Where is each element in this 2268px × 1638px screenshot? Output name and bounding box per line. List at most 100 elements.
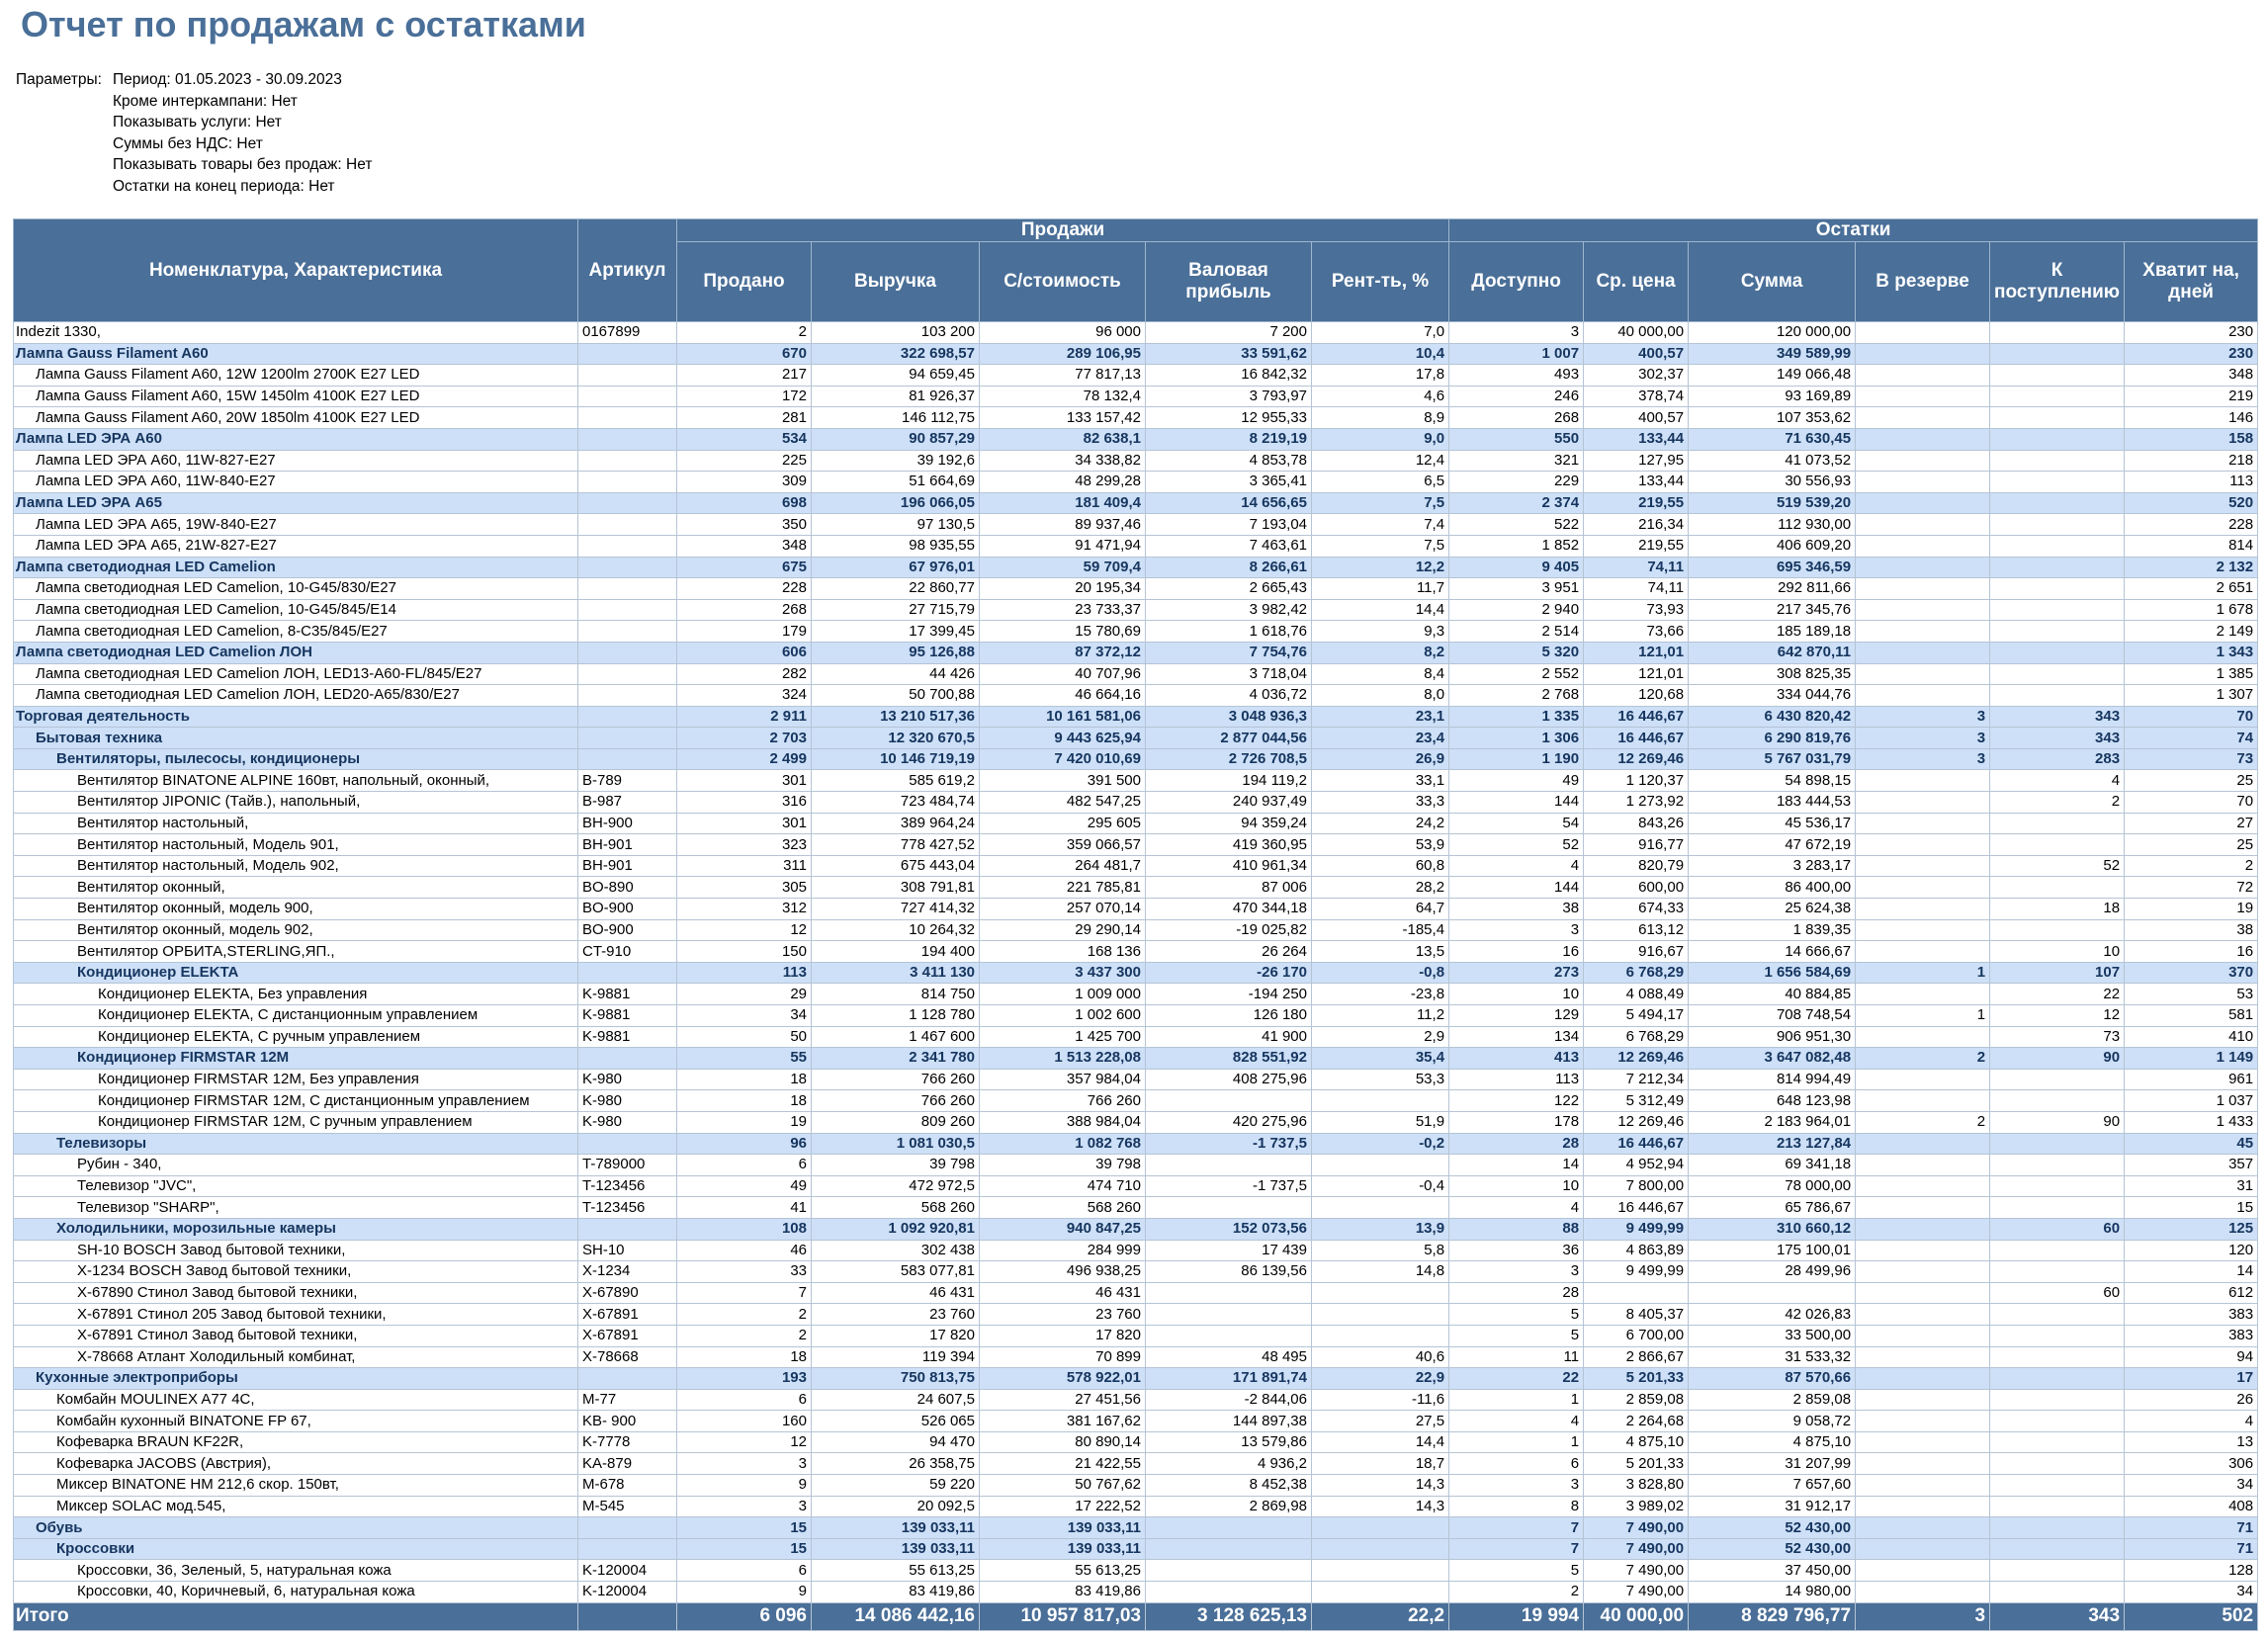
cell-value: -0,2 — [1310, 1132, 1450, 1156]
cell-value: 20 195,34 — [979, 577, 1146, 600]
cell-value: 8 452,38 — [1145, 1474, 1312, 1497]
cell-value: 52 430,00 — [1688, 1537, 1857, 1561]
cell-value: 2 — [676, 1303, 812, 1326]
item-row: SH-10 BOSCH Завод бытовой техники, SH-10 4… — [13, 1239, 2259, 1262]
group-name: Лампа светодиодная LED Camelion ЛОН — [13, 641, 578, 664]
cell-value: 73,93 — [1583, 598, 1690, 622]
group-row: Лампа Gauss Filament A60 670 322 698,57 289… — [13, 342, 2259, 366]
cell-value: 225 — [676, 449, 812, 473]
item-article: K-980 — [577, 1089, 677, 1112]
cell-value: 378,74 — [1583, 385, 1690, 408]
item-article — [577, 427, 677, 451]
cell-value — [1855, 1217, 1991, 1241]
cell-value: 7,4 — [1310, 513, 1450, 536]
cell-value: 1 385 — [2124, 662, 2259, 686]
cell-value: 10 — [1448, 983, 1585, 1005]
cell-value: 4 936,2 — [1145, 1452, 1312, 1476]
group-name: Кухонные электроприборы — [13, 1367, 578, 1390]
cell-value: 45 536,17 — [1688, 812, 1857, 835]
cell-value: 13,5 — [1310, 940, 1450, 963]
cell-value: 406 609,20 — [1688, 534, 1857, 558]
cell-value: 578 922,01 — [979, 1367, 1146, 1390]
cell-value: 322 698,57 — [811, 342, 980, 366]
cell-value — [1310, 1089, 1450, 1112]
item-row: Кофеварка BRAUN KF22R, K-7778 12 94 470 80 8… — [13, 1430, 2259, 1454]
cell-value — [1145, 1559, 1312, 1583]
cell-value: 146 112,75 — [811, 406, 980, 429]
cell-value: 2 940 — [1448, 598, 1585, 622]
header-incoming: К поступлению — [1989, 241, 2126, 322]
cell-value — [1145, 1537, 1312, 1561]
cell-value: 2 183 964,01 — [1688, 1110, 1857, 1134]
total-article — [577, 1601, 677, 1631]
item-row: Лампа Gauss Filament A60, 20W 1850lm 410… — [13, 406, 2259, 429]
cell-value — [1989, 577, 2126, 600]
cell-value: 273 — [1448, 961, 1585, 985]
cell-value: 1 128 780 — [811, 1004, 980, 1027]
cell-value: 228 — [676, 577, 812, 600]
cell-value: 2 149 — [2124, 620, 2259, 643]
cell-value: 39 798 — [811, 1154, 980, 1176]
item-row: X-67891 Стинол Завод бытовой техники, X-6… — [13, 1324, 2259, 1347]
cell-value: 41 073,52 — [1688, 449, 1857, 473]
cell-value — [1989, 449, 2126, 473]
cell-value: 28 499,96 — [1688, 1260, 1857, 1283]
cell-value: 18 — [1989, 898, 2126, 920]
cell-value — [1989, 1303, 2126, 1326]
cell-value: 7 490,00 — [1583, 1516, 1690, 1539]
item-name: Лампа LED ЭРА A65, 19W-840-E27 — [13, 513, 578, 536]
cell-value — [1310, 1516, 1450, 1539]
cell-value — [1855, 620, 1991, 643]
cell-value: 359 066,57 — [979, 833, 1146, 856]
cell-value: 15 — [2124, 1196, 2259, 1219]
cell-value: 6 290 819,76 — [1688, 727, 1857, 749]
cell-value: 1 618,76 — [1145, 620, 1312, 643]
group-row: Торговая деятельность 2 911 13 210 517,36 1… — [13, 705, 2259, 729]
cell-value: 7 657,60 — [1688, 1474, 1857, 1497]
cell-value: 71 — [2124, 1516, 2259, 1539]
cell-value: 67 976,01 — [811, 556, 980, 579]
cell-value: 34 — [676, 1004, 812, 1027]
item-row: Лампа светодиодная LED Camelion ЛОН, LED… — [13, 662, 2259, 686]
cell-value: 213 127,84 — [1688, 1132, 1857, 1156]
item-row: Indezit 1330, 0167899 2 103 200 96 000 7 200 7… — [13, 321, 2259, 344]
cell-value: 1 037 — [2124, 1089, 2259, 1112]
cell-value — [1989, 1367, 2126, 1390]
cell-value: 16 446,67 — [1583, 1196, 1690, 1219]
cell-value — [1855, 1495, 1991, 1518]
item-name: Вентилятор настольный, Модель 901, — [13, 833, 578, 856]
cell-value: -194 250 — [1145, 983, 1312, 1005]
cell-value: 257 070,14 — [979, 898, 1146, 920]
cell-value: 96 000 — [979, 321, 1146, 344]
cell-value: 194 400 — [811, 940, 980, 963]
cell-value: 95 126,88 — [811, 641, 980, 664]
item-row: Кроссовки, 40, Коричневый, 6, натуральна… — [13, 1581, 2259, 1603]
cell-value: 2 264,68 — [1583, 1410, 1690, 1432]
item-name: Лампа LED ЭРА A60, 11W-840-E27 — [13, 471, 578, 493]
item-article — [577, 1047, 677, 1070]
cell-value: 13,9 — [1310, 1217, 1450, 1241]
cell-value: 139 033,11 — [979, 1516, 1146, 1539]
cell-value: 13 — [2124, 1430, 2259, 1454]
item-article: K-9881 — [577, 1025, 677, 1049]
cell-value: 27 451,56 — [979, 1388, 1146, 1412]
cell-value: 5 201,33 — [1583, 1367, 1690, 1390]
item-article: M-545 — [577, 1495, 677, 1518]
cell-value: 5 201,33 — [1583, 1452, 1690, 1476]
cell-value: 49 — [1448, 769, 1585, 793]
cell-value: 48 495 — [1145, 1345, 1312, 1369]
cell-value: 3 — [1855, 705, 1991, 729]
item-article — [577, 406, 677, 429]
cell-value: -1 737,5 — [1145, 1174, 1312, 1198]
item-article: T-789000 — [577, 1154, 677, 1176]
cell-value: 2 866,67 — [1583, 1345, 1690, 1369]
cell-value: 17 439 — [1145, 1239, 1312, 1262]
cell-value — [1145, 1154, 1312, 1176]
cell-value: 16 446,67 — [1583, 727, 1690, 749]
item-article: K-980 — [577, 1068, 677, 1091]
cell-value: 1 007 — [1448, 342, 1585, 366]
item-name: Миксер BINATONE HM 212,6 скор. 150вт, — [13, 1474, 578, 1497]
item-name: Лампа светодиодная LED Camelion, 8-C35/8… — [13, 620, 578, 643]
cell-value: 1 343 — [2124, 641, 2259, 664]
cell-value: 585 619,2 — [811, 769, 980, 793]
